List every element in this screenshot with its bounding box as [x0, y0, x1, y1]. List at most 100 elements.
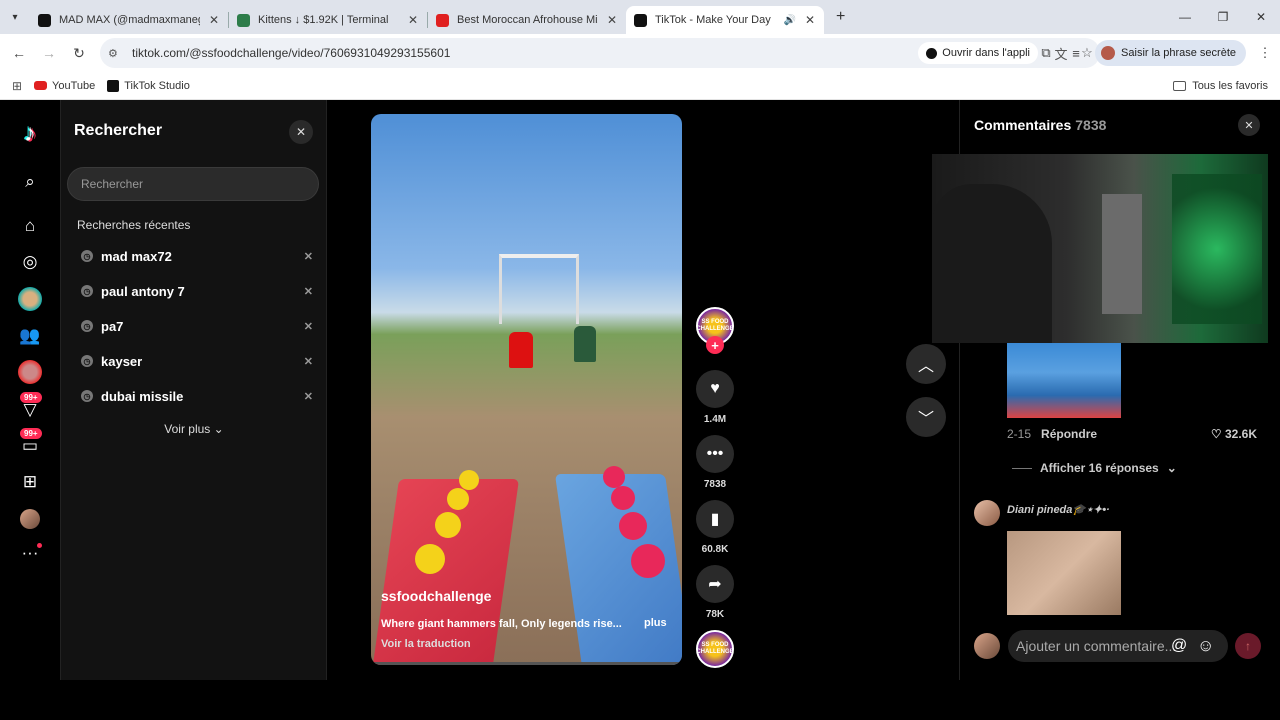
- follow-button[interactable]: +: [706, 336, 724, 354]
- remove-icon[interactable]: ✕: [304, 390, 313, 403]
- comment-input-row: @ ☺ ↑: [974, 630, 1264, 662]
- comment-icon[interactable]: •••: [696, 435, 734, 473]
- webcam-background: [1102, 194, 1142, 314]
- passphrase-label: Saisir la phrase secrète: [1121, 47, 1236, 59]
- address-bar[interactable]: ⚙ tiktok.com/@ssfoodchallenge/video/7606…: [100, 38, 1100, 68]
- friends-icon[interactable]: 👥: [14, 320, 46, 352]
- close-window-icon[interactable]: ✕: [1242, 0, 1280, 34]
- search-input[interactable]: [67, 167, 319, 201]
- mention-icon[interactable]: @: [1171, 637, 1187, 655]
- more-icon[interactable]: ···: [14, 537, 46, 569]
- home-icon[interactable]: ⌂: [14, 210, 46, 242]
- browser-tabbar: ▾ MAD MAX (@madmaxmanege ✕ Kittens ↓ $1.…: [0, 0, 1280, 34]
- bookmark-icon[interactable]: ▮: [696, 500, 734, 538]
- user-avatar: [974, 633, 1000, 659]
- back-icon[interactable]: ←: [4, 38, 34, 68]
- video-description: Where giant hammers fall, Only legends r…: [381, 618, 622, 630]
- close-tab-icon[interactable]: ✕: [804, 13, 816, 27]
- video-player[interactable]: ssfoodchallenge Where giant hammers fall…: [371, 114, 682, 665]
- recent-search-item[interactable]: ◷ paul antony 7 ✕: [81, 279, 313, 303]
- close-tab-icon[interactable]: ✕: [407, 13, 419, 27]
- search-icon[interactable]: ⌕: [14, 166, 46, 198]
- site-info-icon[interactable]: ⚙: [108, 47, 128, 60]
- passphrase-button[interactable]: Saisir la phrase secrète: [1095, 40, 1246, 66]
- bookmark-youtube[interactable]: YouTube: [34, 80, 95, 92]
- extensions-icon[interactable]: ⧉: [1031, 45, 1061, 61]
- comment-image[interactable]: [1007, 531, 1121, 615]
- explore-compass-icon[interactable]: ◎: [14, 246, 46, 278]
- video-ball: [603, 466, 625, 488]
- folder-icon: [1173, 81, 1187, 91]
- apps-grid-icon[interactable]: ⊞: [0, 79, 34, 93]
- tab-3[interactable]: Best Moroccan Afrohouse Mix 2 ✕: [428, 6, 626, 34]
- send-icon[interactable]: ↑: [1235, 633, 1261, 659]
- reply-button[interactable]: Répondre: [1041, 427, 1097, 441]
- inbox-icon[interactable]: ▭ 99+: [14, 428, 46, 462]
- share-action[interactable]: ➦ 78K: [696, 565, 734, 620]
- heart-icon[interactable]: ♥: [696, 370, 734, 408]
- open-in-app-button[interactable]: Ouvrir dans l'appli: [918, 42, 1038, 64]
- close-icon[interactable]: ✕: [289, 120, 313, 144]
- tiktok-page: ♪ ⌕ ⌂ ◎ 👥 ▽ 99+ ▭ 99+ ⊞ ··· Rechercher ✕…: [0, 100, 1280, 720]
- see-more-button[interactable]: Voir plus ⌄: [61, 422, 327, 436]
- all-bookmarks-button[interactable]: Tous les favoris: [1173, 72, 1268, 100]
- next-video-chevron-down-icon[interactable]: ﹀: [906, 397, 946, 437]
- video-ball: [619, 512, 647, 540]
- live-avatar-icon[interactable]: [14, 283, 46, 315]
- reload-icon[interactable]: ↻: [64, 38, 94, 68]
- save-count: 60.8K: [701, 544, 729, 555]
- remove-icon[interactable]: ✕: [304, 355, 313, 368]
- profile-avatar[interactable]: [14, 503, 46, 535]
- following-avatar-icon[interactable]: [14, 356, 46, 388]
- speaker-icon[interactable]: 🔊: [784, 15, 796, 26]
- close-icon[interactable]: ✕: [1238, 114, 1260, 136]
- previous-video-chevron-up-icon[interactable]: ︿: [906, 344, 946, 384]
- tab-2[interactable]: Kittens ↓ $1.92K | Terminal ✕: [229, 6, 427, 34]
- url-text: tiktok.com/@ssfoodchallenge/video/760693…: [132, 46, 451, 60]
- tab-1[interactable]: MAD MAX (@madmaxmanege ✕: [30, 6, 228, 34]
- emoji-icon[interactable]: ☺: [1197, 636, 1214, 656]
- media-control-icon[interactable]: ≡: [1061, 46, 1091, 61]
- video-progress-bar[interactable]: [371, 662, 682, 665]
- recent-search-item[interactable]: ◷ pa7 ✕: [81, 314, 313, 338]
- comment-image[interactable]: [1007, 342, 1121, 418]
- comment-likes[interactable]: ♡ 32.6K: [1211, 427, 1257, 441]
- tab-title: Kittens ↓ $1.92K | Terminal: [258, 14, 389, 26]
- tiktok-logo-icon[interactable]: ♪: [14, 118, 46, 150]
- more-description-button[interactable]: plus: [644, 617, 667, 629]
- tab-search-button[interactable]: ▾: [0, 0, 30, 34]
- tab-4-active[interactable]: TikTok - Make Your Day 🔊 ✕: [626, 6, 824, 34]
- minimize-icon[interactable]: —: [1166, 0, 1204, 34]
- video-username[interactable]: ssfoodchallenge: [381, 588, 491, 604]
- creator-avatar-text: SS FOOD CHALLENGE: [696, 319, 734, 332]
- save-action[interactable]: ▮ 60.8K: [696, 500, 734, 555]
- messages-icon[interactable]: ▽ 99+: [14, 392, 46, 426]
- remove-icon[interactable]: ✕: [304, 285, 313, 298]
- commenter-username[interactable]: Diani pineda🎓⋆✦•·: [1007, 503, 1110, 516]
- recent-search-item[interactable]: ◷ mad max72 ✕: [81, 244, 313, 268]
- commenter-avatar[interactable]: [974, 500, 1000, 526]
- video-ball: [459, 470, 479, 490]
- close-tab-icon[interactable]: ✕: [208, 13, 220, 27]
- show-replies-button[interactable]: Afficher 16 réponses ⌄: [1012, 461, 1177, 475]
- restore-icon[interactable]: ❐: [1204, 0, 1242, 34]
- heart-outline-icon: ♡: [1210, 427, 1222, 441]
- share-icon[interactable]: ➦: [696, 565, 734, 603]
- music-disc-avatar[interactable]: SS FOOD CHALLENGE: [696, 630, 734, 668]
- comment-action[interactable]: ••• 7838: [696, 435, 734, 490]
- bookmark-tiktok-studio[interactable]: TikTok Studio: [107, 79, 190, 92]
- translate-button[interactable]: Voir la traduction: [381, 638, 471, 650]
- toolbar-right: ⧉ ≡ Saisir la phrase secrète ⋮: [1031, 34, 1280, 72]
- upload-icon[interactable]: ⊞: [14, 466, 46, 498]
- comment-input[interactable]: [1008, 630, 1228, 662]
- close-tab-icon[interactable]: ✕: [606, 13, 618, 27]
- remove-icon[interactable]: ✕: [304, 320, 313, 333]
- recent-search-label: pa7: [101, 318, 124, 334]
- forward-icon[interactable]: →: [34, 38, 64, 68]
- recent-search-item[interactable]: ◷ dubai missile ✕: [81, 384, 313, 408]
- like-action[interactable]: ♥ 1.4M: [696, 370, 734, 425]
- new-tab-button[interactable]: +: [836, 8, 845, 26]
- menu-kebab-icon[interactable]: ⋮: [1250, 45, 1280, 61]
- remove-icon[interactable]: ✕: [304, 250, 313, 263]
- recent-search-item[interactable]: ◷ kayser ✕: [81, 349, 313, 373]
